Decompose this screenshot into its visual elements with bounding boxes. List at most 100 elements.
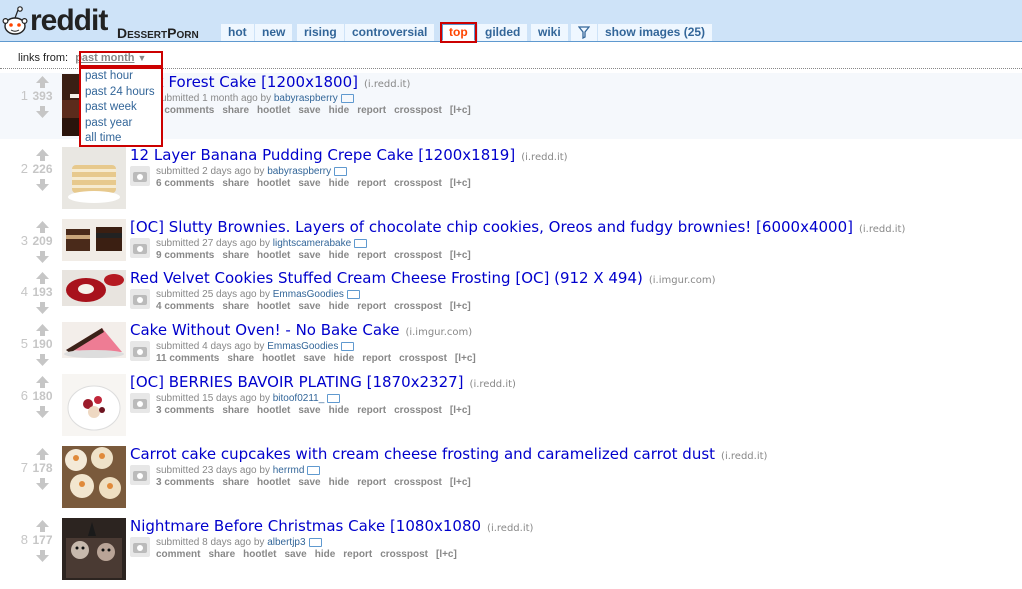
hootlet-button[interactable]: hootlet: [257, 405, 290, 416]
post-thumbnail[interactable]: [62, 147, 126, 209]
post-title-link[interactable]: 12 Layer Banana Pudding Crepe Cake [1200…: [130, 146, 568, 164]
post-domain[interactable]: (i.redd.it): [721, 451, 767, 462]
upvote-arrow-icon[interactable]: [36, 448, 49, 460]
post-title-link[interactable]: Nightmare Before Christmas Cake [1080x10…: [130, 517, 533, 535]
hide-button[interactable]: hide: [329, 301, 350, 312]
post-thumbnail[interactable]: [62, 374, 126, 436]
post-title-link[interactable]: k Forest Cake [1200x1800] (i.redd.it): [155, 73, 410, 91]
comments-link[interactable]: 4 comments: [156, 301, 214, 312]
report-button[interactable]: report: [357, 250, 386, 261]
share-button[interactable]: share: [222, 105, 249, 116]
post-author[interactable]: EmmasGoodies: [267, 341, 338, 352]
share-button[interactable]: share: [222, 405, 249, 416]
report-button[interactable]: report: [357, 178, 386, 189]
subreddit-name[interactable]: DessertPorn: [117, 25, 199, 41]
hide-button[interactable]: hide: [329, 178, 350, 189]
post-domain[interactable]: (i.redd.it): [859, 224, 905, 235]
comments-link[interactable]: 9 comments: [156, 250, 214, 261]
hootlet-button[interactable]: hootlet: [243, 549, 276, 560]
upvote-arrow-icon[interactable]: [36, 272, 49, 284]
tab-rising[interactable]: rising: [297, 24, 344, 41]
lc-button[interactable]: [l+c]: [450, 178, 471, 189]
camera-icon[interactable]: [130, 166, 150, 186]
save-button[interactable]: save: [298, 105, 320, 116]
downvote-arrow-icon[interactable]: [36, 302, 49, 314]
hide-button[interactable]: hide: [329, 105, 350, 116]
downvote-arrow-icon[interactable]: [36, 478, 49, 490]
option-past-24-hours[interactable]: past 24 hours: [81, 85, 161, 101]
upvote-arrow-icon[interactable]: [36, 376, 49, 388]
report-button[interactable]: report: [357, 477, 386, 488]
post-domain[interactable]: (i.redd.it): [364, 79, 410, 90]
lc-button[interactable]: [l+c]: [450, 301, 471, 312]
crosspost-button[interactable]: crosspost: [394, 405, 442, 416]
reddit-logo-text[interactable]: reddit: [30, 4, 108, 38]
crosspost-button[interactable]: crosspost: [394, 477, 442, 488]
camera-icon[interactable]: [130, 289, 150, 309]
post-title-link[interactable]: Red Velvet Cookies Stuffed Cream Cheese …: [130, 269, 716, 287]
comments-link[interactable]: 3 comments: [156, 477, 214, 488]
tab-gilded[interactable]: gilded: [478, 24, 528, 41]
post-domain[interactable]: (i.redd.it): [487, 523, 533, 534]
save-button[interactable]: save: [298, 477, 320, 488]
downvote-arrow-icon[interactable]: [36, 106, 49, 118]
report-button[interactable]: report: [343, 549, 372, 560]
crosspost-button[interactable]: crosspost: [394, 178, 442, 189]
tab-top[interactable]: top: [440, 22, 477, 43]
filter-icon[interactable]: [571, 24, 597, 41]
post-title[interactable]: 12 Layer Banana Pudding Crepe Cake [1200…: [130, 146, 515, 164]
tab-show-images[interactable]: show images (25): [598, 24, 713, 41]
post-thumbnail[interactable]: [62, 322, 126, 358]
downvote-arrow-icon[interactable]: [36, 406, 49, 418]
crosspost-button[interactable]: crosspost: [394, 250, 442, 261]
post-thumbnail[interactable]: [62, 518, 126, 580]
share-button[interactable]: share: [222, 477, 249, 488]
upvote-arrow-icon[interactable]: [36, 76, 49, 88]
post-author[interactable]: bitoof0211_: [273, 393, 325, 404]
post-title-link[interactable]: [OC] Slutty Brownies. Layers of chocolat…: [130, 218, 905, 236]
post-author[interactable]: babyraspberry: [267, 166, 331, 177]
save-button[interactable]: save: [298, 301, 320, 312]
save-button[interactable]: save: [303, 353, 325, 364]
post-thumbnail[interactable]: [62, 270, 126, 306]
post-title[interactable]: [OC] Slutty Brownies. Layers of chocolat…: [130, 218, 853, 236]
share-button[interactable]: share: [227, 353, 254, 364]
comments-link[interactable]: 5 comments: [156, 105, 214, 116]
save-button[interactable]: save: [298, 178, 320, 189]
upvote-arrow-icon[interactable]: [36, 520, 49, 532]
report-button[interactable]: report: [357, 405, 386, 416]
camera-icon[interactable]: [130, 393, 150, 413]
hide-button[interactable]: hide: [315, 549, 336, 560]
post-title-link[interactable]: Carrot cake cupcakes with cream cheese f…: [130, 445, 767, 463]
hootlet-button[interactable]: hootlet: [262, 353, 295, 364]
hootlet-button[interactable]: hootlet: [257, 477, 290, 488]
report-button[interactable]: report: [357, 301, 386, 312]
comments-link[interactable]: 3 comments: [156, 405, 214, 416]
lc-button[interactable]: [l+c]: [436, 549, 457, 560]
upvote-arrow-icon[interactable]: [36, 221, 49, 233]
post-title[interactable]: Cake Without Oven! - No Bake Cake: [130, 321, 399, 339]
post-domain[interactable]: (i.imgur.com): [405, 327, 472, 338]
save-button[interactable]: save: [298, 405, 320, 416]
hootlet-button[interactable]: hootlet: [257, 250, 290, 261]
upvote-arrow-icon[interactable]: [36, 324, 49, 336]
save-button[interactable]: save: [298, 250, 320, 261]
post-thumbnail[interactable]: [62, 219, 126, 261]
hide-button[interactable]: hide: [329, 477, 350, 488]
hootlet-button[interactable]: hootlet: [257, 301, 290, 312]
post-title-link[interactable]: [OC] BERRIES BAVOIR PLATING [1870x2327] (…: [130, 373, 516, 391]
option-past-week[interactable]: past week: [81, 100, 161, 116]
upvote-arrow-icon[interactable]: [36, 149, 49, 161]
post-thumbnail[interactable]: [62, 446, 126, 508]
comments-link[interactable]: 6 comments: [156, 178, 214, 189]
tab-new[interactable]: new: [255, 24, 293, 41]
share-button[interactable]: share: [222, 301, 249, 312]
post-domain[interactable]: (i.redd.it): [521, 152, 567, 163]
post-title[interactable]: k Forest Cake [1200x1800]: [155, 73, 358, 91]
reddit-alien-icon[interactable]: [2, 4, 28, 38]
option-all-time[interactable]: all time: [81, 131, 161, 147]
save-button[interactable]: save: [284, 549, 306, 560]
hide-button[interactable]: hide: [334, 353, 355, 364]
share-button[interactable]: share: [222, 178, 249, 189]
post-author[interactable]: albertjp3: [267, 537, 305, 548]
